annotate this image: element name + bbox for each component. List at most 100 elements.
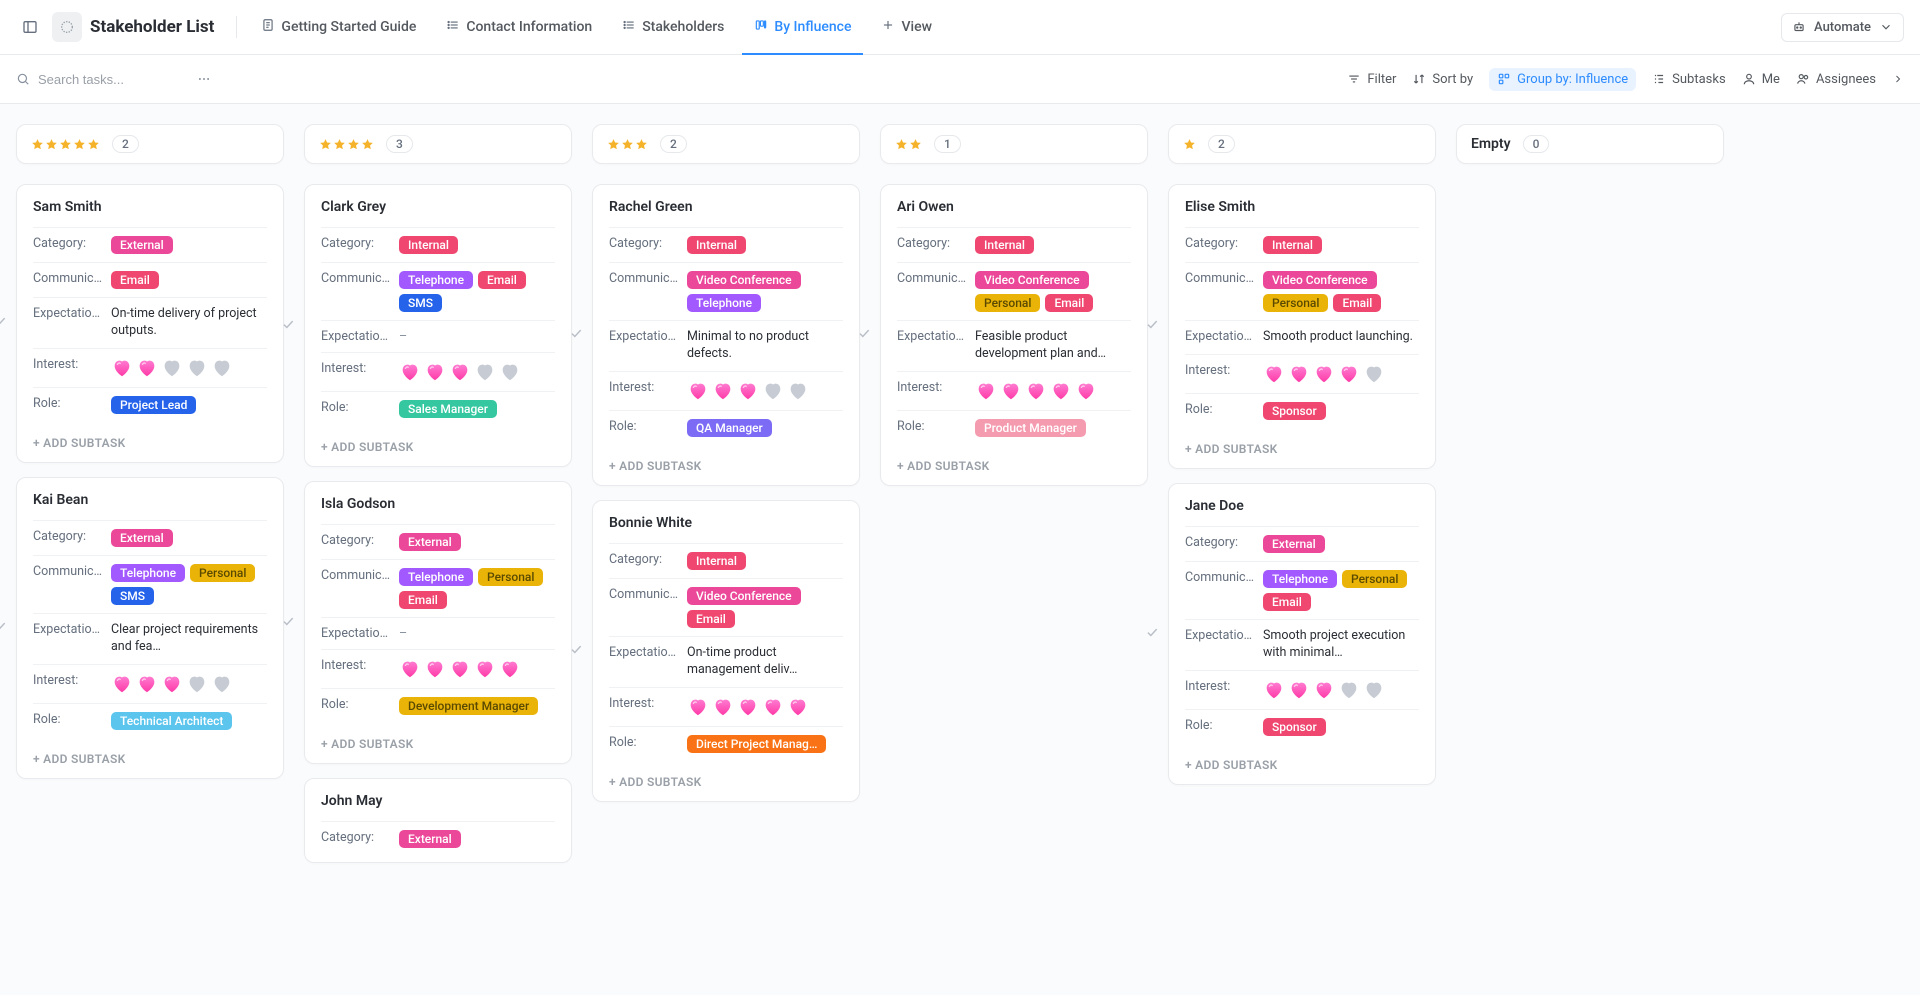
add-subtask-button[interactable]: + ADD SUBTASK (593, 451, 859, 485)
add-subtask-button[interactable]: + ADD SUBTASK (17, 428, 283, 462)
card-title[interactable]: Bonnie White (609, 515, 843, 531)
add-subtask-button[interactable]: + ADD SUBTASK (593, 767, 859, 801)
stakeholder-card[interactable]: Bonnie WhiteCategory:InternalCommunic…Vi… (592, 500, 860, 802)
tag[interactable]: Sales Manager (399, 400, 497, 418)
tag[interactable]: Personal (975, 294, 1040, 312)
subtasks-button[interactable]: Subtasks (1652, 72, 1726, 87)
tag[interactable]: Personal (478, 568, 543, 586)
card-title[interactable]: Sam Smith (33, 199, 267, 215)
tag[interactable]: Telephone (399, 271, 473, 289)
tag[interactable]: Direct Project Manag… (687, 735, 826, 753)
tag[interactable]: External (111, 236, 173, 254)
column-header[interactable]: 1 (880, 124, 1148, 164)
interest-hearts[interactable] (687, 696, 809, 718)
tab-stakeholders[interactable]: Stakeholders (610, 10, 736, 44)
groupby-button[interactable]: Group by: Influence (1489, 68, 1636, 91)
tab-view[interactable]: View (869, 10, 944, 44)
tag[interactable]: Internal (399, 236, 458, 254)
add-subtask-button[interactable]: + ADD SUBTASK (881, 451, 1147, 485)
tag[interactable]: Project Lead (111, 396, 196, 414)
sortby-button[interactable]: Sort by (1412, 72, 1473, 87)
tag[interactable]: Email (1045, 294, 1093, 312)
card-check-indicator[interactable] (0, 314, 7, 332)
column-header[interactable]: 2 (592, 124, 860, 164)
tag[interactable]: Telephone (399, 568, 473, 586)
interest-hearts[interactable] (111, 357, 233, 379)
page-title[interactable]: Stakeholder List (90, 17, 214, 37)
tag[interactable]: Technical Architect (111, 712, 232, 730)
card-title[interactable]: Elise Smith (1185, 199, 1419, 215)
search-input[interactable] (38, 72, 178, 87)
tag[interactable]: External (111, 529, 173, 547)
tag[interactable]: Email (1263, 593, 1311, 611)
tag[interactable]: External (1263, 535, 1325, 553)
tag[interactable]: Internal (687, 552, 746, 570)
card-check-indicator[interactable] (0, 619, 7, 637)
tag[interactable]: Email (399, 591, 447, 609)
card-title[interactable]: Kai Bean (33, 492, 267, 508)
tag[interactable]: Email (111, 271, 159, 289)
tag[interactable]: QA Manager (687, 419, 772, 437)
stakeholder-card[interactable]: Kai BeanCategory:ExternalCommunic…Teleph… (16, 477, 284, 779)
tag[interactable]: Telephone (111, 564, 185, 582)
column-header[interactable]: 3 (304, 124, 572, 164)
card-check-indicator[interactable] (857, 326, 871, 344)
automate-button[interactable]: Automate (1781, 13, 1904, 42)
stakeholder-card[interactable]: Clark GreyCategory:InternalCommunic…Tele… (304, 184, 572, 467)
tag[interactable]: Personal (1342, 570, 1407, 588)
tag[interactable]: Internal (687, 236, 746, 254)
column-header[interactable]: Empty0 (1456, 124, 1724, 164)
tag[interactable]: SMS (399, 294, 442, 312)
stakeholder-card[interactable]: John MayCategory:External (304, 778, 572, 863)
stakeholder-card[interactable]: Elise SmithCategory:InternalCommunic…Vid… (1168, 184, 1436, 469)
tag[interactable]: Internal (1263, 236, 1322, 254)
stakeholder-card[interactable]: Isla GodsonCategory:ExternalCommunic…Tel… (304, 481, 572, 764)
interest-hearts[interactable] (1263, 363, 1385, 385)
more-toolbar-button[interactable] (1892, 72, 1904, 86)
card-title[interactable]: Isla Godson (321, 496, 555, 512)
card-title[interactable]: Jane Doe (1185, 498, 1419, 514)
tag[interactable]: Video Conference (687, 587, 801, 605)
column-header[interactable]: 2 (16, 124, 284, 164)
card-title[interactable]: Clark Grey (321, 199, 555, 215)
add-subtask-button[interactable]: + ADD SUBTASK (17, 744, 283, 778)
tag[interactable]: Sponsor (1263, 402, 1326, 420)
tag[interactable]: Email (687, 610, 735, 628)
tag[interactable]: Internal (975, 236, 1034, 254)
tag[interactable]: External (399, 830, 461, 848)
card-check-indicator[interactable] (569, 642, 583, 660)
tag[interactable]: SMS (111, 587, 154, 605)
tag[interactable]: Video Conference (687, 271, 801, 289)
stakeholder-card[interactable]: Ari OwenCategory:InternalCommunic…Video … (880, 184, 1148, 486)
tag[interactable]: Telephone (1263, 570, 1337, 588)
add-subtask-button[interactable]: + ADD SUBTASK (305, 432, 571, 466)
interest-hearts[interactable] (399, 361, 521, 383)
stakeholder-card[interactable]: Jane DoeCategory:ExternalCommunic…Teleph… (1168, 483, 1436, 785)
card-check-indicator[interactable] (1145, 317, 1159, 335)
filter-button[interactable]: Filter (1347, 72, 1396, 87)
add-subtask-button[interactable]: + ADD SUBTASK (305, 729, 571, 763)
tab-getting-started-guide[interactable]: Getting Started Guide (249, 10, 428, 44)
sidebar-toggle-button[interactable] (16, 13, 44, 41)
card-check-indicator[interactable] (281, 614, 295, 632)
card-title[interactable]: Ari Owen (897, 199, 1131, 215)
interest-hearts[interactable] (687, 380, 809, 402)
tag[interactable]: Personal (1263, 294, 1328, 312)
me-button[interactable]: Me (1742, 72, 1780, 87)
column-header[interactable]: 2 (1168, 124, 1436, 164)
stakeholder-card[interactable]: Sam SmithCategory:ExternalCommunic…Email… (16, 184, 284, 463)
tag[interactable]: Email (1333, 294, 1381, 312)
tab-by-influence[interactable]: By Influence (742, 10, 863, 44)
tag[interactable]: Sponsor (1263, 718, 1326, 736)
stakeholder-card[interactable]: Rachel GreenCategory:InternalCommunic…Vi… (592, 184, 860, 486)
card-check-indicator[interactable] (1145, 625, 1159, 643)
more-options-button[interactable] (190, 65, 218, 93)
tag[interactable]: Email (478, 271, 526, 289)
add-subtask-button[interactable]: + ADD SUBTASK (1169, 434, 1435, 468)
tag[interactable]: Video Conference (975, 271, 1089, 289)
card-check-indicator[interactable] (569, 326, 583, 344)
interest-hearts[interactable] (975, 380, 1097, 402)
interest-hearts[interactable] (111, 673, 233, 695)
tag[interactable]: Telephone (687, 294, 761, 312)
tag[interactable]: Video Conference (1263, 271, 1377, 289)
